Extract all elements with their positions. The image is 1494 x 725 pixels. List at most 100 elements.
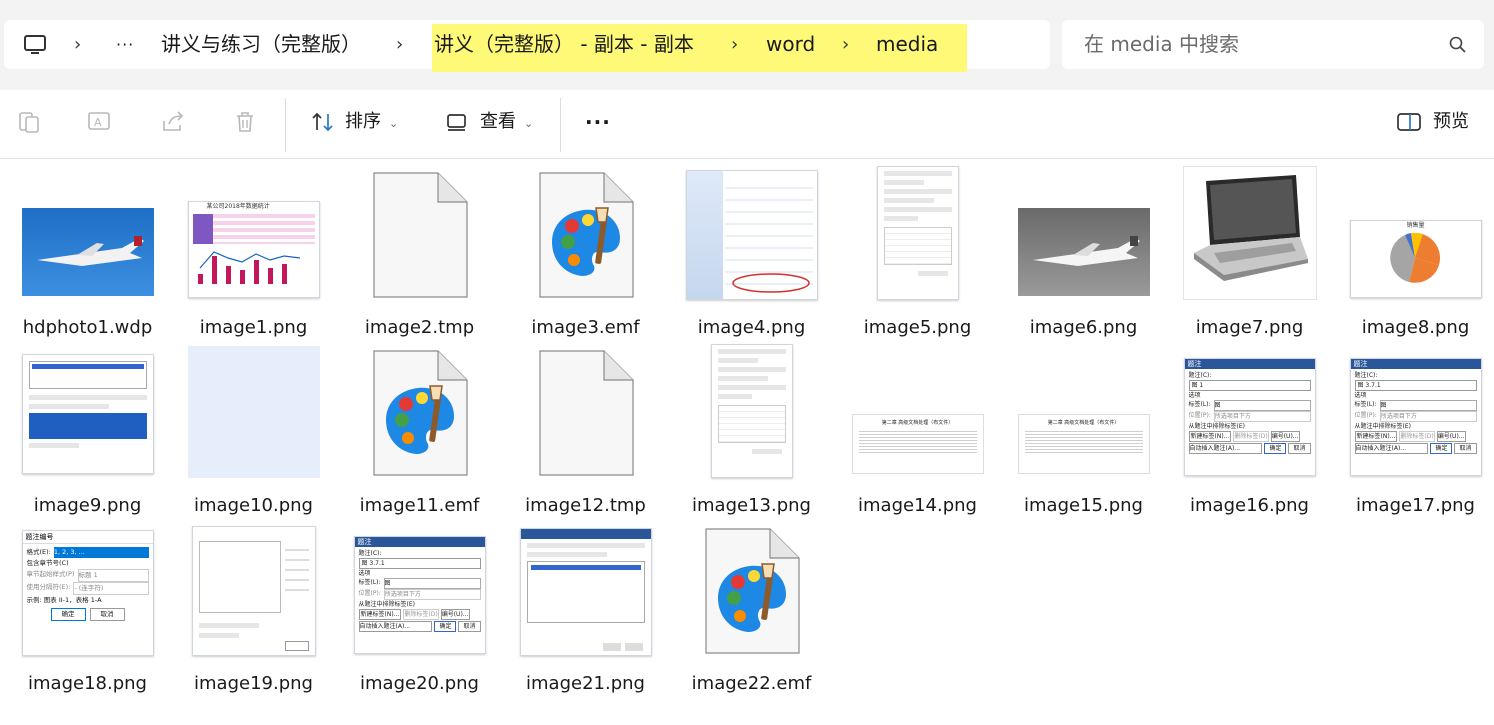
view-button[interactable]: 查看 ⌄ <box>480 90 533 154</box>
chevron-right-icon[interactable]: › <box>731 20 738 69</box>
file-name[interactable]: image5.png <box>835 317 1000 338</box>
caption-input: 图 1 <box>1188 380 1311 391</box>
new-label-button: 新建标签(N)... <box>358 609 402 620</box>
file-name[interactable]: image7.png <box>1167 317 1332 338</box>
file-thumbnail[interactable]: 第二章 高级文档处理（布文件） <box>835 346 1000 486</box>
file-item[interactable]: 某公司2018年数据统计 image1.png <box>171 168 336 343</box>
file-thumbnail[interactable] <box>669 524 834 664</box>
file-item[interactable]: image10.png <box>171 346 336 521</box>
file-item[interactable]: 第二章 高级文档处理（布文件） image14.png <box>835 346 1000 521</box>
chevron-right-icon[interactable]: › <box>396 20 403 69</box>
search-input[interactable]: 在 media 中搜索 <box>1084 20 1239 69</box>
file-name[interactable]: image12.tmp <box>503 495 668 516</box>
file-item[interactable]: image21.png <box>503 524 668 699</box>
file-thumbnail[interactable] <box>669 344 834 486</box>
file-item[interactable]: image2.tmp <box>337 168 502 343</box>
file-thumbnail[interactable]: 第二章 高级文档处理（布文件） <box>1001 346 1166 486</box>
file-name[interactable]: image19.png <box>171 673 336 694</box>
file-thumbnail[interactable] <box>503 346 668 486</box>
file-item[interactable]: image19.png <box>171 524 336 699</box>
file-item[interactable]: 题注 题注(C): 图 3.7.1 选项 标签(L): 图位置(P): 所选项目下方 从题注中… <box>1333 346 1494 521</box>
delete-icon[interactable] <box>232 109 258 135</box>
file-thumbnail[interactable] <box>1001 168 1166 308</box>
this-pc-icon[interactable] <box>22 32 48 58</box>
file-item[interactable]: 销售量 image8.png <box>1333 168 1494 343</box>
breadcrumb-overflow[interactable]: ··· <box>116 20 134 69</box>
file-item[interactable]: image4.png <box>669 168 834 343</box>
file-thumbnail[interactable]: 题注 题注(C): 图 3.7.1 选项 标签(L): 图位置(P): 所选项目下方 从题注中… <box>337 524 502 664</box>
chevron-down-icon: ⌄ <box>389 117 399 130</box>
more-options-button[interactable]: ··· <box>585 90 611 154</box>
file-thumbnail[interactable]: 题注编号 格式(E): 1, 2, 3, ... 包含章节号(C) 章节起始样式(P) 标… <box>5 524 170 664</box>
file-name[interactable]: image2.tmp <box>337 317 502 338</box>
view-icon[interactable] <box>444 109 470 135</box>
file-name[interactable]: image4.png <box>669 317 834 338</box>
file-thumbnail[interactable] <box>337 346 502 486</box>
file-item[interactable]: 第二章 高级文档处理（布文件） image15.png <box>1001 346 1166 521</box>
file-name[interactable]: image11.emf <box>337 495 502 516</box>
file-item[interactable]: image7.png <box>1167 166 1332 343</box>
file-thumbnail[interactable] <box>835 166 1000 308</box>
file-thumbnail[interactable]: 某公司2018年数据统计 <box>171 168 336 308</box>
chevron-right-icon[interactable]: › <box>74 20 81 69</box>
file-thumbnail[interactable] <box>171 524 336 664</box>
search-icon[interactable] <box>1448 35 1468 55</box>
file-item[interactable]: image5.png <box>835 166 1000 343</box>
chevron-right-icon[interactable]: › <box>842 20 849 69</box>
preview-pane-icon[interactable] <box>1396 109 1422 135</box>
file-thumbnail[interactable]: 题注 题注(C): 图 3.7.1 选项 标签(L): 图位置(P): 所选项目下方 从题注中… <box>1333 346 1494 486</box>
file-name[interactable]: image15.png <box>1001 495 1166 516</box>
file-item[interactable]: 题注 题注(C): 图 1 选项 标签(L): 图位置(P): 所选项目下方 从题注中排除标签… <box>1167 346 1332 521</box>
file-thumbnail[interactable] <box>1167 166 1332 308</box>
file-thumbnail[interactable]: 销售量 <box>1333 168 1494 308</box>
file-name[interactable]: image10.png <box>171 495 336 516</box>
share-icon[interactable] <box>160 109 186 135</box>
file-name[interactable]: image18.png <box>5 673 170 694</box>
file-name[interactable]: hdphoto1.wdp <box>5 317 170 338</box>
delete-label-button: 删除标签(D) <box>1233 431 1269 442</box>
file-name[interactable]: image8.png <box>1333 317 1494 338</box>
file-item[interactable]: image9.png <box>5 346 170 521</box>
file-name[interactable]: image16.png <box>1167 495 1332 516</box>
file-name[interactable]: image22.emf <box>669 673 834 694</box>
file-item[interactable]: image3.emf <box>503 168 668 343</box>
file-item[interactable]: 题注编号 格式(E): 1, 2, 3, ... 包含章节号(C) 章节起始样式(P) 标… <box>5 524 170 699</box>
breadcrumb[interactable]: › ··· 讲义与练习（完整版） › 讲义（完整版） - 副本 - 副本 › w… <box>4 20 1050 72</box>
file-item[interactable]: hdphoto1.wdp <box>5 168 170 343</box>
file-name[interactable]: image13.png <box>669 495 834 516</box>
rename-icon[interactable]: A <box>87 109 113 135</box>
highlight-ring <box>731 273 810 293</box>
file-item[interactable]: 题注 题注(C): 图 3.7.1 选项 标签(L): 图位置(P): 所选项目下方 从题注中… <box>337 524 502 699</box>
file-item[interactable]: image11.emf <box>337 346 502 521</box>
file-name[interactable]: image6.png <box>1001 317 1166 338</box>
file-name[interactable]: image21.png <box>503 673 668 694</box>
sort-button[interactable]: 排序 ⌄ <box>345 90 398 154</box>
search-box[interactable]: 在 media 中搜索 <box>1062 20 1484 69</box>
file-item[interactable]: image12.tmp <box>503 346 668 521</box>
file-name[interactable]: image17.png <box>1333 495 1494 516</box>
sort-icon[interactable] <box>310 109 336 135</box>
preview-button[interactable]: 预览 <box>1433 90 1469 154</box>
file-name[interactable]: image14.png <box>835 495 1000 516</box>
breadcrumb-item-copy[interactable]: 讲义（完整版） - 副本 - 副本 <box>434 20 694 69</box>
file-name[interactable]: image1.png <box>171 317 336 338</box>
file-thumbnail[interactable] <box>669 168 834 308</box>
breadcrumb-item-lecture[interactable]: 讲义与练习（完整版） <box>161 20 361 69</box>
file-name[interactable]: image20.png <box>337 673 502 694</box>
file-item[interactable]: image6.png <box>1001 168 1166 343</box>
breadcrumb-item-word[interactable]: word <box>766 20 815 69</box>
file-thumbnail[interactable] <box>171 346 336 486</box>
file-name[interactable]: image3.emf <box>503 317 668 338</box>
file-thumbnail[interactable] <box>5 168 170 308</box>
file-item[interactable]: image22.emf <box>669 524 834 699</box>
file-thumbnail[interactable]: 题注 题注(C): 图 1 选项 标签(L): 图位置(P): 所选项目下方 从题注中排除标签… <box>1167 346 1332 486</box>
file-thumbnail[interactable] <box>337 168 502 308</box>
dialog-title: 题注编号 <box>22 531 153 544</box>
file-thumbnail[interactable] <box>5 346 170 486</box>
file-item[interactable]: image13.png <box>669 344 834 521</box>
copy-icon[interactable] <box>16 109 42 135</box>
breadcrumb-item-media[interactable]: media <box>876 20 938 69</box>
file-thumbnail[interactable] <box>503 524 668 664</box>
file-thumbnail[interactable] <box>503 168 668 308</box>
file-name[interactable]: image9.png <box>5 495 170 516</box>
